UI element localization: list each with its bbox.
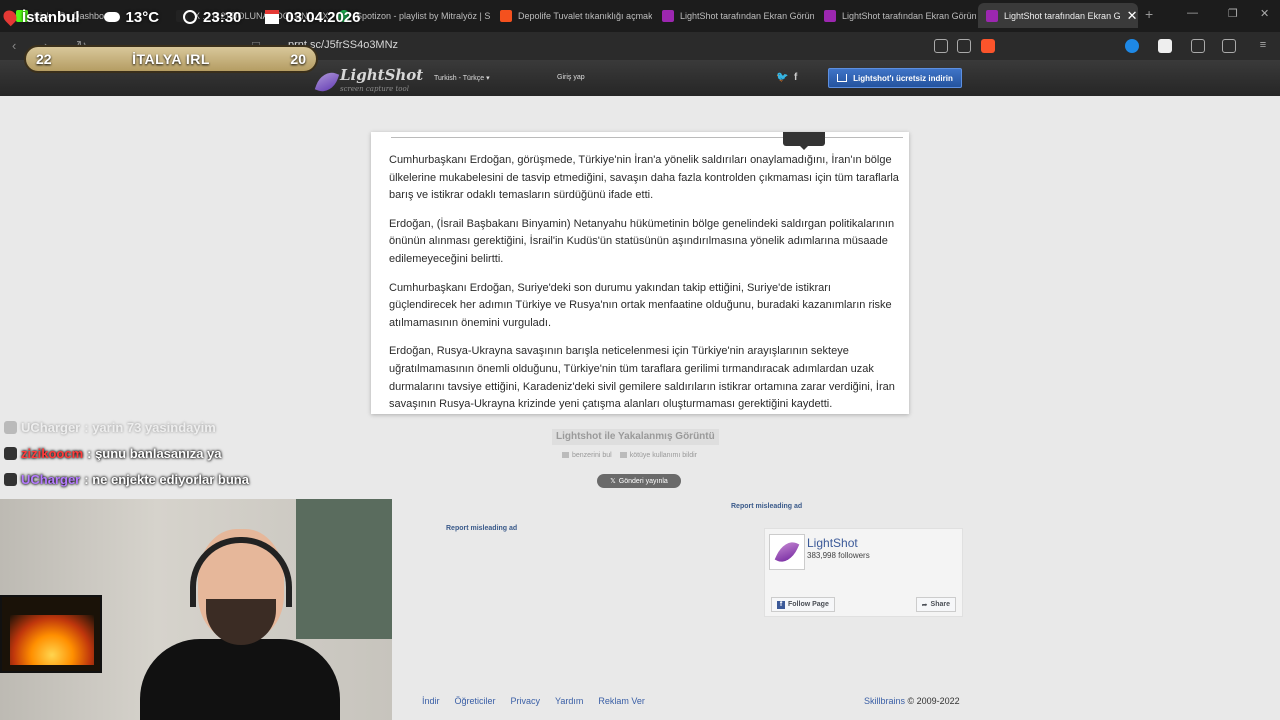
- tab-lightshot-active[interactable]: LightShot tarafından Ekran G ✕: [978, 3, 1138, 28]
- lightshot-favicon: [986, 9, 998, 22]
- share-icon[interactable]: [957, 39, 971, 53]
- depolife-icon: [500, 9, 512, 22]
- clock-icon: [183, 10, 198, 24]
- language-select[interactable]: Turkish - Türkçe ▾: [434, 74, 490, 82]
- menu-icon[interactable]: ≡: [1256, 39, 1270, 53]
- facebook-widget: LightShot 383,998 followers f Follow Page…: [764, 528, 963, 617]
- footer-privacy[interactable]: Privacy: [511, 696, 541, 706]
- screenshot-image: Cumhurbaşkanı Erdoğan, görüşmede, Türkiy…: [371, 132, 909, 414]
- playlist-icon[interactable]: [1222, 39, 1236, 53]
- lightshot-logo[interactable]: LightShot screen capture tool: [314, 68, 423, 96]
- tab-lightshot-2[interactable]: LightShot tarafından Ekran Görüntüs: [816, 3, 976, 28]
- report-ad-link[interactable]: Report misleading ad: [446, 525, 517, 532]
- capture-actions: benzerini bul kötüye kullanımı bildir: [562, 452, 697, 459]
- follow-page-button[interactable]: f Follow Page: [771, 597, 835, 612]
- location-pin-icon: [0, 7, 20, 27]
- screenshot-text: Cumhurbaşkanı Erdoğan, görüşmede, Türkiy…: [389, 154, 899, 411]
- extension-icon[interactable]: [1158, 39, 1172, 53]
- user-badge-icon: [4, 421, 17, 434]
- feather-icon: [314, 68, 340, 96]
- share-button[interactable]: ➦ Share: [915, 597, 956, 612]
- footer-advertise[interactable]: Reklam Ver: [598, 696, 645, 706]
- lightshot-favicon: [662, 9, 674, 22]
- calendar-icon: [265, 10, 280, 24]
- streamer: [140, 529, 340, 720]
- tab-depolife[interactable]: Depolife Tuvalet tıkanıklığı açmak ta: [492, 3, 652, 28]
- chat-message: zizikoocm : şunu banlasanıza ya: [4, 446, 222, 461]
- close-tab-icon[interactable]: ✕: [1121, 8, 1138, 24]
- image-toolbar[interactable]: [783, 132, 825, 150]
- user-badge-icon: [4, 473, 17, 486]
- date: 03.04.2026: [285, 8, 361, 26]
- twitter-icon[interactable]: 🐦: [776, 72, 788, 83]
- footer-download[interactable]: İndir: [422, 696, 440, 706]
- cast-icon[interactable]: [934, 39, 948, 53]
- temperature: 13°C: [125, 8, 160, 26]
- report-abuse-link[interactable]: kötüye kullanımı bildir: [619, 452, 697, 459]
- chat-message: UCharger : yarin 73 yasindayim: [4, 420, 216, 435]
- chat-message: UCharger : ne enjekte ediyorlar buna: [4, 472, 249, 487]
- restore-icon[interactable]: ❐: [1228, 7, 1238, 20]
- new-tab-icon[interactable]: +: [1145, 6, 1153, 22]
- user-badge-icon: [4, 447, 17, 460]
- share-icon: ➦: [921, 601, 928, 609]
- x-logo-icon: 𝕏: [610, 478, 616, 485]
- facebook-icon: f: [777, 600, 785, 609]
- close-window-icon[interactable]: ✕: [1260, 7, 1269, 20]
- facebook-icon[interactable]: f: [794, 72, 797, 83]
- team-name: İTALYA IRL: [132, 51, 210, 67]
- feather-icon: [774, 537, 800, 567]
- footer-tutorials[interactable]: Öğreticiler: [455, 696, 496, 706]
- find-similar-link[interactable]: benzerini bul: [562, 452, 612, 459]
- report-ad-link[interactable]: Report misleading ad: [731, 503, 802, 510]
- download-button[interactable]: Lightshot'ı ücretsiz indirin: [828, 68, 962, 88]
- tweet-button[interactable]: 𝕏 Gönderi yayınla: [597, 474, 681, 488]
- back-icon[interactable]: ‹: [12, 38, 16, 53]
- extension-icon[interactable]: [1125, 39, 1139, 53]
- fb-followers: 383,998 followers: [807, 551, 870, 560]
- footer-links: İndir Öğreticiler Privacy Yardım Reklam …: [422, 696, 645, 706]
- lightshot-favicon: [824, 9, 836, 22]
- lightshot-avatar[interactable]: [769, 534, 805, 570]
- skillbrains-link[interactable]: Skillbrains: [864, 696, 905, 706]
- scoreboard: 22 İTALYA IRL 20: [24, 45, 318, 73]
- webcam-feed: [0, 499, 392, 720]
- image-icon: [562, 452, 569, 459]
- city: İstanbul: [22, 8, 80, 26]
- capture-title: Lightshot ile Yakalanmış Görüntü: [552, 429, 719, 445]
- brave-shield-icon[interactable]: [981, 39, 995, 53]
- fireplace-tv: [0, 595, 102, 673]
- footer-help[interactable]: Yardım: [555, 696, 583, 706]
- extensions-puzzle-icon[interactable]: [1191, 39, 1205, 53]
- score-right: 20: [290, 51, 306, 67]
- cloud-icon: [103, 12, 120, 22]
- flag-icon: [619, 452, 627, 459]
- minimize-icon[interactable]: —: [1187, 7, 1198, 19]
- login-link[interactable]: Giriş yap: [557, 74, 585, 81]
- copyright: Skillbrains © 2009-2022: [864, 696, 960, 706]
- tab-lightshot-1[interactable]: LightShot tarafından Ekran Görüntüs: [654, 3, 814, 28]
- stream-info-bar: İstanbul 13°C 23:30 03.04.2026: [0, 4, 378, 30]
- score-left: 22: [36, 51, 52, 67]
- fb-page-name[interactable]: LightShot: [807, 536, 858, 550]
- time: 23:30: [203, 8, 242, 26]
- download-icon: [837, 74, 848, 82]
